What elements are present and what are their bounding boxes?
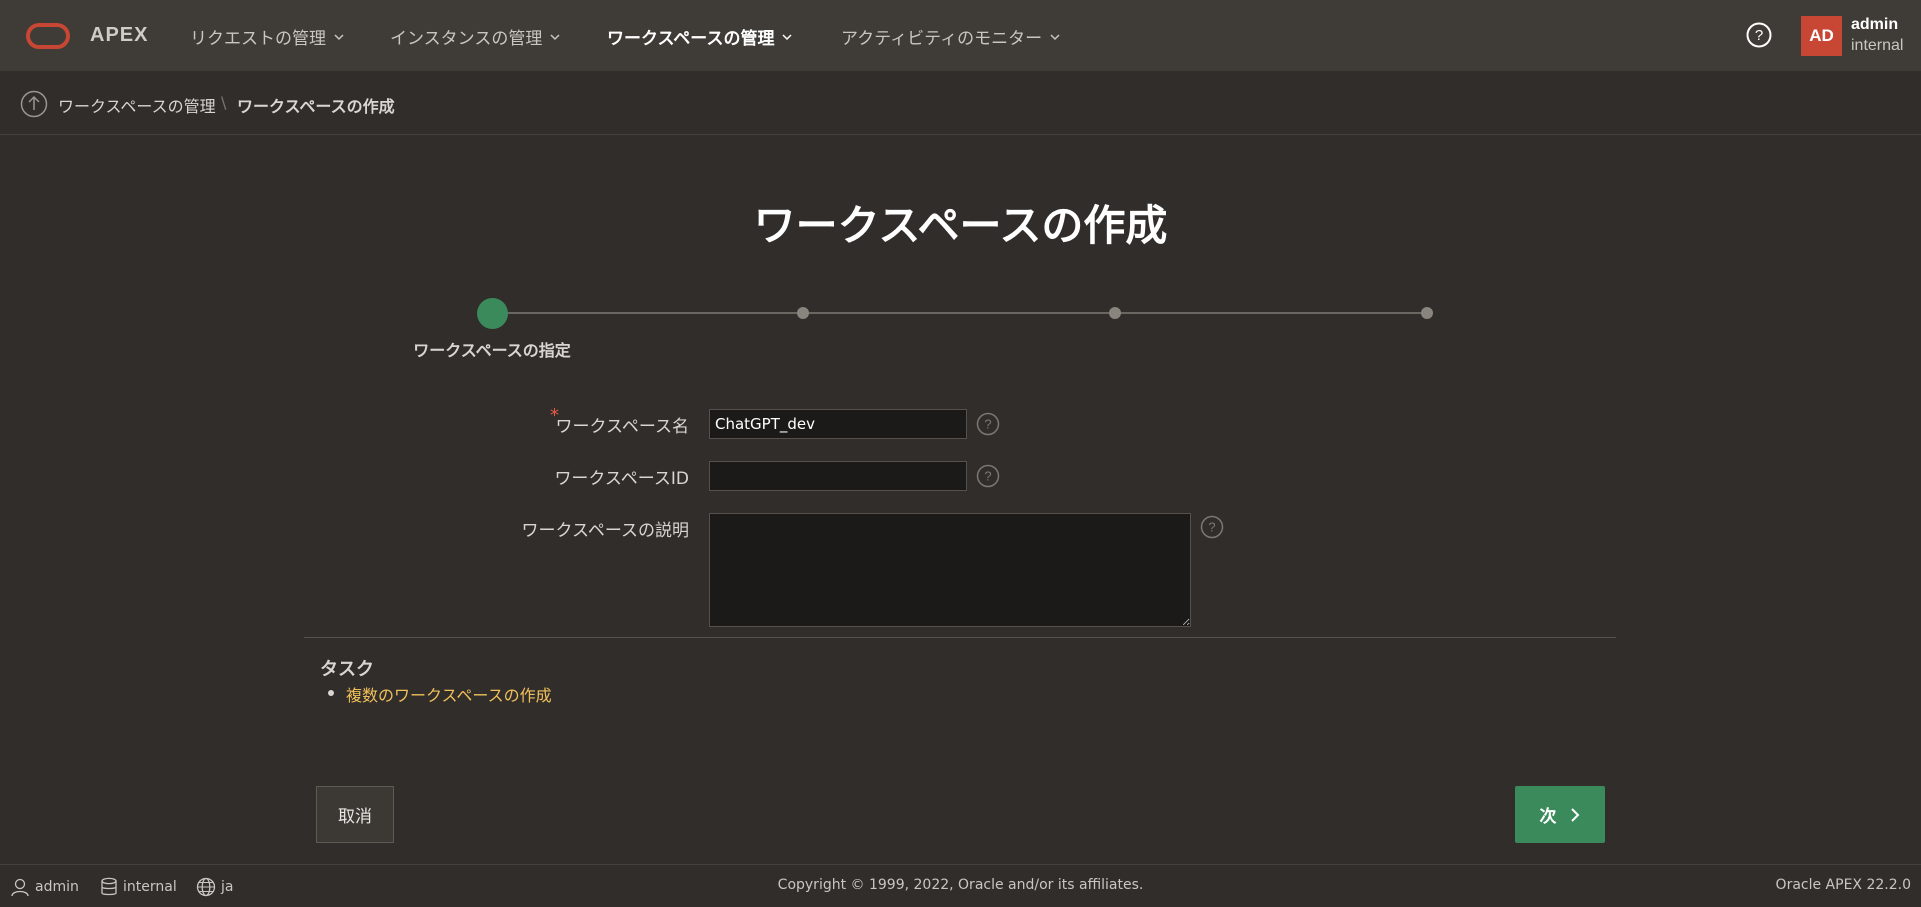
user-name[interactable]: admin [1851,16,1898,34]
svg-text:?: ? [984,469,991,484]
nav-item-manage-instance[interactable]: インスタンスの管理 [390,24,560,49]
nav-item-manage-workspaces[interactable]: ワークスペースの管理 [607,24,792,49]
help-icon[interactable]: ? [976,464,1000,488]
footer-copyright: Copyright © 1999, 2022, Oracle and/or it… [777,877,1144,893]
breadcrumb-current: ワークスペースの作成 [237,97,395,116]
tasks-heading: タスク [320,659,374,680]
footer-version: Oracle APEX 22.2.0 [1775,877,1911,893]
tasks-list: 複数のワークスペースの作成 [328,682,552,706]
wizard-step-1-current [477,298,508,329]
chevron-down-icon [782,33,792,40]
workspace-name-input[interactable] [709,409,967,439]
nav-item-monitor-activity[interactable]: アクティビティのモニター [841,24,1060,49]
list-item: 複数のワークスペースの作成 [328,682,552,706]
help-icon[interactable]: ? [976,412,1000,436]
next-button[interactable]: 次 [1515,786,1605,843]
task-link-create-multiple-workspaces[interactable]: 複数のワークスペースの作成 [346,686,552,705]
nav-item-manage-requests[interactable]: リクエストの管理 [190,24,344,49]
app-logo-text[interactable]: APEX [90,24,148,47]
nav-item-label: インスタンスの管理 [390,29,543,49]
chevron-down-icon [334,33,344,40]
nav-item-label: アクティビティのモニター [841,29,1043,49]
up-arrow-icon[interactable] [20,90,48,118]
chevron-down-icon [550,33,560,40]
breadcrumb-parent-link[interactable]: ワークスペースの管理 [58,93,216,117]
oracle-logo-icon[interactable] [26,23,70,49]
wizard-step-4 [1421,307,1433,319]
avatar[interactable]: AD [1801,16,1842,56]
workspace-name-label: ワークスペース名 [555,417,689,437]
svg-text:?: ? [1208,520,1215,535]
breadcrumb-separator: \ [221,93,227,112]
nav-item-label: リクエストの管理 [190,29,326,49]
help-icon[interactable]: ? [1746,22,1772,48]
next-button-label: 次 [1539,807,1557,827]
chevron-right-icon [1570,807,1579,822]
wizard-step-3 [1109,307,1121,319]
section-divider [304,637,1616,638]
wizard-step-label: ワークスペースの指定 [413,341,571,360]
chevron-down-icon [1050,33,1060,40]
workspace-description-label: ワークスペースの説明 [521,521,689,541]
workspace-description-textarea[interactable] [709,513,1191,627]
top-navigation-bar: APEX リクエストの管理 インスタンスの管理 ワークスペースの管理 アクティビ… [0,0,1921,71]
wizard-step-2 [797,307,809,319]
svg-text:?: ? [984,417,991,432]
help-icon[interactable]: ? [1200,515,1224,539]
wizard-progress-line [493,312,1427,314]
cancel-button[interactable]: 取消 [316,786,394,843]
page-title: ワークスペースの作成 [753,201,1168,250]
user-workspace: internal [1851,37,1904,54]
nav-item-label: ワークスペースの管理 [607,29,775,49]
svg-text:?: ? [1755,27,1763,44]
workspace-id-label: ワークスペースID [554,469,689,489]
workspace-id-input[interactable] [709,461,967,491]
